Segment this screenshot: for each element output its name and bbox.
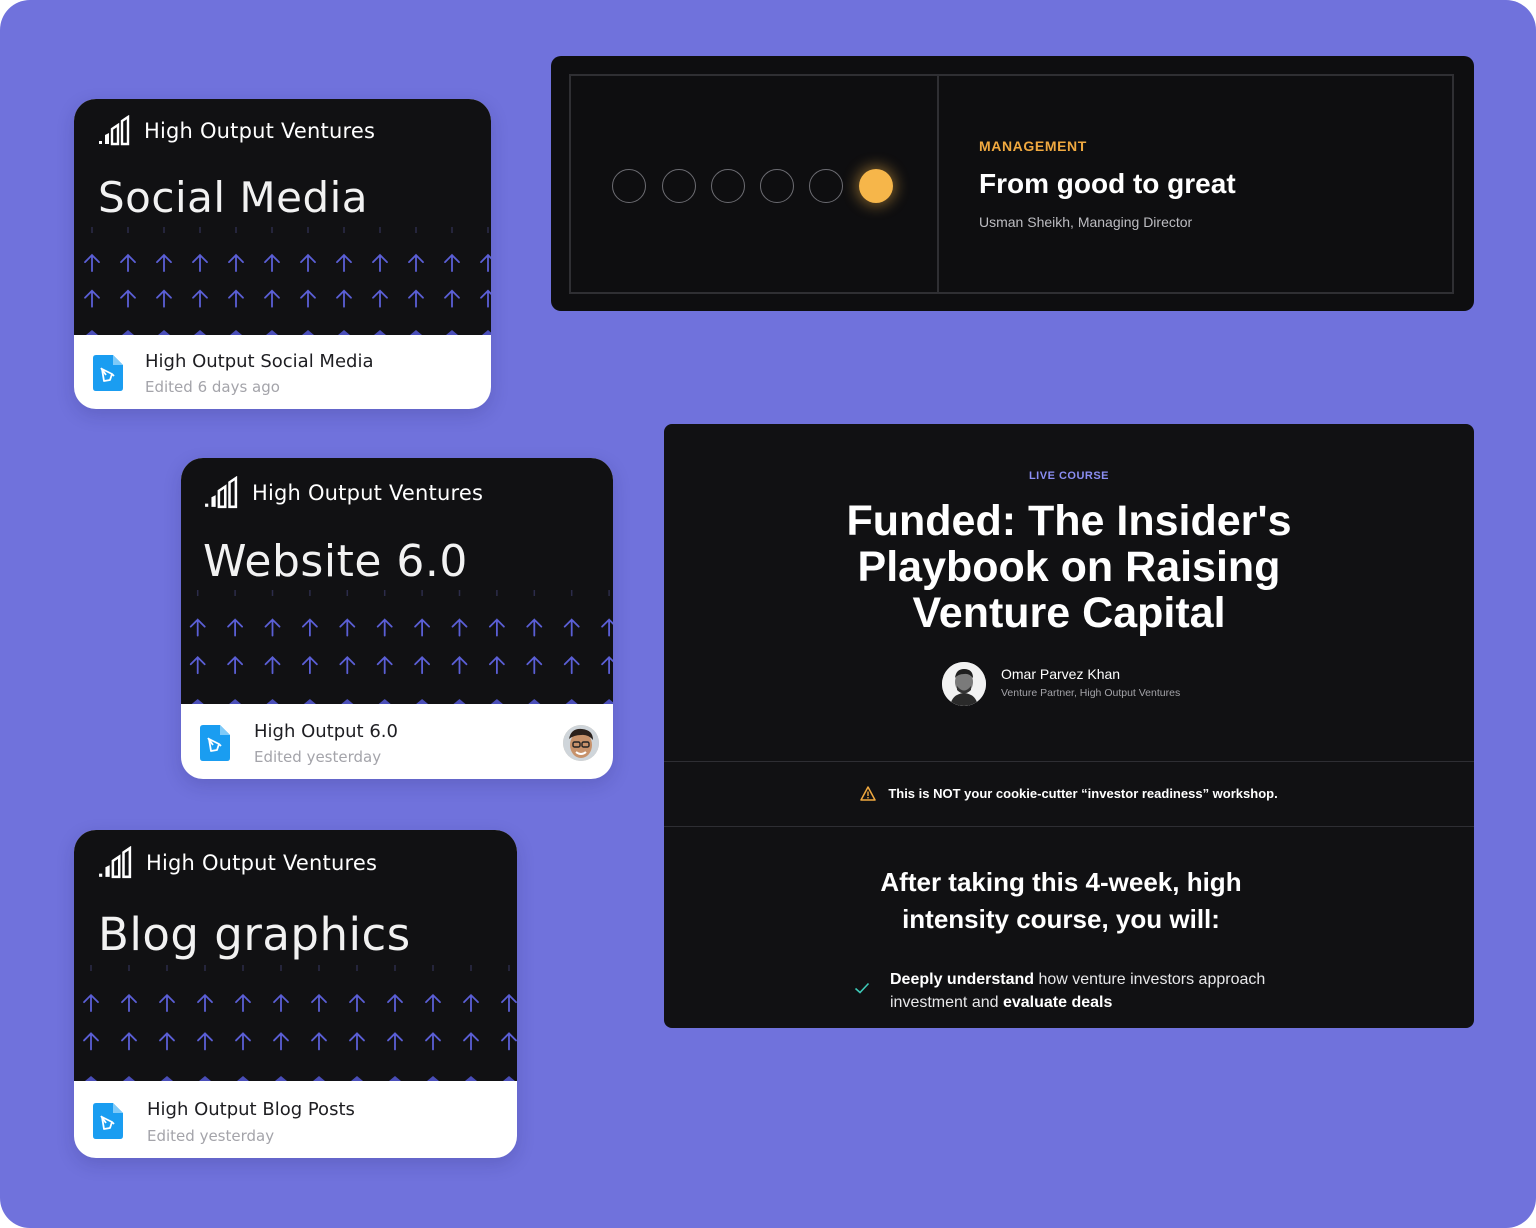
brand: High Output Ventures (98, 115, 375, 147)
outcome-text: Deeply understand how venture investors … (890, 968, 1290, 1014)
instructor-name: Omar Parvez Khan (1001, 666, 1121, 682)
banner-divider (937, 76, 939, 292)
edited-time: Edited 6 days ago (145, 378, 280, 396)
outcomes-heading-line: intensity course, you will: (902, 904, 1220, 934)
progress-dot (662, 169, 696, 203)
file-thumbnail: High Output Ventures Website 6.0 (181, 458, 613, 704)
file-name: High Output Social Media (145, 351, 374, 372)
management-banner[interactable]: MANAGEMENT From good to great Usman Shei… (551, 56, 1474, 311)
file-card-website[interactable]: High Output Ventures Website 6.0 High Ou… (181, 458, 613, 779)
file-meta: High Output 6.0 Edited yesterday (181, 704, 613, 779)
file-meta: High Output Blog Posts Edited yesterday (74, 1081, 517, 1158)
brand-name: High Output Ventures (144, 119, 376, 143)
course-title-line: Funded: The Insider's (846, 497, 1292, 545)
course-title-line: Venture Capital (912, 589, 1226, 637)
file-meta: High Output Social Media Edited 6 days a… (74, 335, 491, 409)
arrow-pattern (74, 227, 491, 335)
progress-dot (711, 169, 745, 203)
progress-dot (809, 169, 843, 203)
instructor-role: Venture Partner, High Output Ventures (1001, 687, 1181, 699)
arrow-pattern (74, 965, 517, 1081)
design-file-icon (93, 355, 123, 391)
canvas: High Output Ventures Social Media High O… (0, 0, 1536, 1228)
outcome-bold-2: evaluate deals (1002, 994, 1113, 1011)
collaborator-avatar[interactable] (563, 725, 599, 761)
outcomes-heading: After taking this 4-week, high intensity… (814, 864, 1308, 938)
live-course-label: LIVE COURSE (1028, 470, 1110, 482)
file-card-blog-graphics[interactable]: High Output Ventures Blog graphics High … (74, 830, 517, 1158)
file-thumbnail: High Output Ventures Social Media (74, 99, 491, 335)
thumbnail-title: Website 6.0 (203, 536, 468, 587)
course-card[interactable]: LIVE COURSE Funded: The Insider's Playbo… (664, 424, 1474, 1028)
brand-name: High Output Ventures (252, 481, 484, 505)
outcome-bold-1: Deeply understand (890, 971, 1035, 988)
brand-logo-icon (205, 476, 238, 509)
warning-icon (860, 786, 877, 801)
divider (664, 826, 1474, 827)
banner-frame: MANAGEMENT From good to great Usman Shei… (569, 74, 1454, 294)
brand: High Output Ventures (204, 476, 483, 510)
brand-logo-icon (99, 115, 130, 146)
file-name: High Output Blog Posts (147, 1099, 355, 1120)
instructor: Omar Parvez Khan Venture Partner, High O… (942, 662, 1242, 706)
progress-dot-active (859, 169, 893, 203)
divider (664, 761, 1474, 762)
file-thumbnail: High Output Ventures Blog graphics (74, 830, 517, 1081)
brand-logo-icon (99, 846, 132, 879)
course-title-line: Playbook on Raising (857, 543, 1281, 591)
check-icon (854, 982, 870, 994)
instructor-avatar (942, 662, 986, 706)
design-file-icon (200, 725, 230, 761)
file-name: High Output 6.0 (254, 721, 398, 742)
warning-text: This is NOT your cookie-cutter “investor… (888, 786, 1278, 801)
banner-title: From good to great (979, 168, 1236, 199)
outcomes-heading-line: After taking this 4-week, high (880, 867, 1242, 897)
arrow-pattern (181, 590, 613, 704)
brand: High Output Ventures (98, 846, 377, 880)
brand-name: High Output Ventures (146, 851, 378, 875)
category-label: MANAGEMENT (979, 138, 1087, 154)
warning-notice: This is NOT your cookie-cutter “investor… (664, 786, 1474, 801)
edited-time: Edited yesterday (254, 748, 382, 766)
course-title: Funded: The Insider's Playbook on Raisin… (664, 498, 1474, 636)
thumbnail-title: Blog graphics (98, 908, 411, 961)
thumbnail-title: Social Media (98, 173, 369, 222)
banner-author: Usman Sheikh, Managing Director (979, 214, 1193, 230)
progress-dot (612, 169, 646, 203)
design-file-icon (93, 1103, 123, 1139)
edited-time: Edited yesterday (147, 1127, 275, 1145)
progress-dot (760, 169, 794, 203)
file-card-social-media[interactable]: High Output Ventures Social Media High O… (74, 99, 491, 409)
